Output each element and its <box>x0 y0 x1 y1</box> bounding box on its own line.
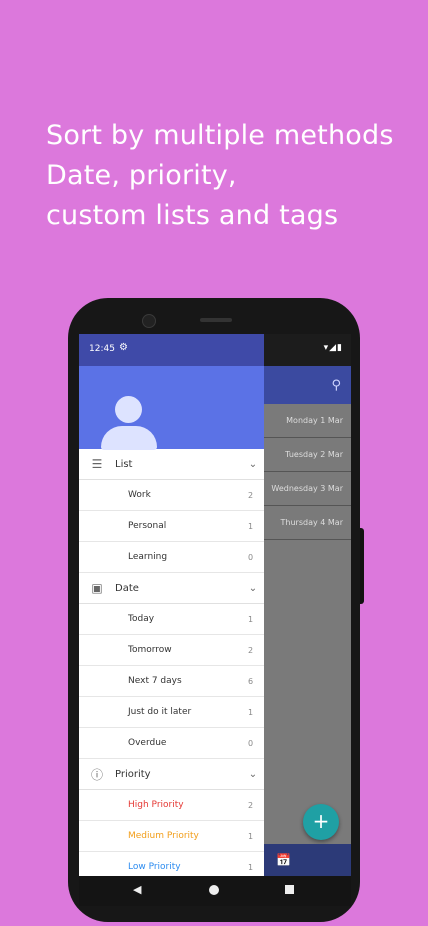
item-label: Learning <box>128 552 168 562</box>
date-row[interactable]: Wednesday 3 Mar <box>264 472 351 506</box>
item-label: Just do it later <box>128 707 192 717</box>
section-list[interactable]: ☰ List ⌄ <box>79 449 264 480</box>
recents-icon[interactable] <box>285 885 294 894</box>
section-date[interactable]: ▣ Date ⌄ <box>79 573 264 604</box>
chevron-down-icon: ⌄ <box>248 458 258 470</box>
front-camera <box>142 314 156 328</box>
calendar-icon: ▣ <box>91 581 103 595</box>
phone-screen: ▾◢▮ ⚲ Monday 1 Mar Tuesday 2 Mar Wednesd… <box>79 334 351 876</box>
section-label: Priority <box>115 768 151 780</box>
date-row[interactable]: Monday 1 Mar <box>264 404 351 438</box>
item-label: Next 7 days <box>128 676 182 686</box>
date-item-today[interactable]: Today 1 <box>79 604 264 635</box>
drawer-header: Welcome! <box>79 366 264 466</box>
list-icon: ☰ <box>91 457 103 471</box>
power-button <box>360 528 364 604</box>
chevron-down-icon: ⌄ <box>248 768 258 780</box>
home-icon[interactable] <box>209 885 219 895</box>
gear-icon: ⚙ <box>119 342 128 353</box>
date-item-next-7-days[interactable]: Next 7 days 6 <box>79 666 264 697</box>
earpiece-speaker <box>200 318 232 322</box>
item-count: 2 <box>248 490 254 500</box>
headline-line-3: custom lists and tags <box>46 200 339 231</box>
search-icon[interactable]: ⚲ <box>331 378 341 393</box>
item-count: 0 <box>248 552 254 562</box>
chevron-down-icon: ⌄ <box>248 582 258 594</box>
list-item-personal[interactable]: Personal 1 <box>79 511 264 542</box>
android-nav-bar: ◀ <box>79 876 351 906</box>
avatar[interactable] <box>101 396 157 450</box>
calendar-icon[interactable]: 📅 <box>276 853 291 867</box>
item-count: 6 <box>248 676 254 686</box>
date-row[interactable]: Thursday 4 Mar <box>264 506 351 540</box>
back-icon[interactable]: ◀ <box>133 883 141 896</box>
item-label: Overdue <box>128 738 167 748</box>
add-task-button[interactable]: + <box>303 804 339 840</box>
item-label: Work <box>128 490 151 500</box>
alert-circle-icon: ⓘ <box>90 767 103 782</box>
task-date-list: Monday 1 Mar Tuesday 2 Mar Wednesday 3 M… <box>264 404 351 540</box>
priority-item-low[interactable]: Low Priority 1 <box>79 852 264 876</box>
status-time: 12:45 <box>89 344 115 354</box>
date-item-later[interactable]: Just do it later 1 <box>79 697 264 728</box>
avatar-head <box>115 396 142 423</box>
item-label: Medium Priority <box>128 831 199 841</box>
drawer-status-bar: 12:45 ⚙ <box>79 334 264 366</box>
item-count: 1 <box>248 707 254 717</box>
headline-line-1: Sort by multiple methods <box>46 120 394 151</box>
date-row[interactable]: Tuesday 2 Mar <box>264 438 351 472</box>
list-item-learning[interactable]: Learning 0 <box>79 542 264 573</box>
date-item-overdue[interactable]: Overdue 0 <box>79 728 264 759</box>
item-count: 1 <box>248 614 254 624</box>
item-count: 2 <box>248 800 254 810</box>
drawer-menu: ☰ List ⌄ Work 2 Personal 1 Learning 0 ▣ … <box>79 449 264 876</box>
item-label: Today <box>128 614 155 624</box>
promo-headline: Sort by multiple methods Date, priority,… <box>46 116 394 236</box>
item-count: 0 <box>248 738 254 748</box>
priority-item-medium[interactable]: Medium Priority 1 <box>79 821 264 852</box>
item-count: 1 <box>248 862 254 872</box>
priority-item-high[interactable]: High Priority 2 <box>79 790 264 821</box>
headline-line-2: Date, priority, <box>46 160 237 191</box>
item-count: 2 <box>248 645 254 655</box>
item-label: High Priority <box>128 800 184 810</box>
section-priority[interactable]: ⓘ Priority ⌄ <box>79 759 264 790</box>
list-item-work[interactable]: Work 2 <box>79 480 264 511</box>
item-count: 1 <box>248 831 254 841</box>
item-label: Low Priority <box>128 862 181 872</box>
item-label: Tomorrow <box>128 645 172 655</box>
section-label: List <box>115 458 133 470</box>
status-icons: ▾◢▮ <box>323 343 343 353</box>
navigation-drawer: 12:45 ⚙ Welcome! ☰ List ⌄ Work 2 Persona… <box>79 334 264 876</box>
avatar-body <box>101 426 157 450</box>
date-item-tomorrow[interactable]: Tomorrow 2 <box>79 635 264 666</box>
item-label: Personal <box>128 521 167 531</box>
section-label: Date <box>115 582 139 594</box>
item-count: 1 <box>248 521 254 531</box>
